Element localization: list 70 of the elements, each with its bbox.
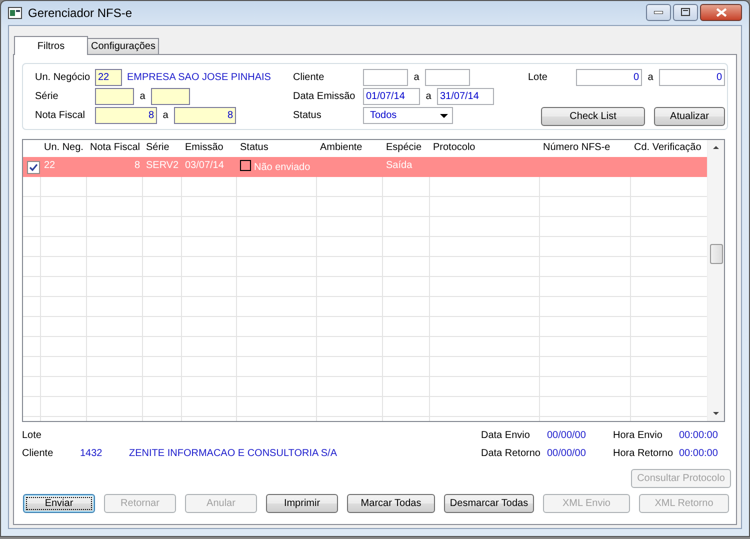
row-checkbox[interactable] [27,160,40,174]
business-unit-name: EMPRESA SAO JOSE PINHAIS [127,72,271,83]
input-field[interactable]: 22 [95,69,122,86]
window-title: Gerenciador NFS-e [28,6,132,20]
info-value: 00:00:00 [679,430,718,440]
column-header[interactable]: Série [143,140,182,157]
range-separator: a [646,72,654,83]
input-field[interactable] [95,88,134,105]
range-separator: a [162,110,170,121]
table-cell: 8 [134,160,140,171]
column-header[interactable]: Espécie [383,140,430,157]
input-field[interactable] [151,88,190,105]
column-header[interactable]: Protocolo [430,140,540,157]
info-label: Hora Envio [613,430,664,440]
status-dropdown[interactable]: Todos [363,107,453,124]
info-label: Data Envio [481,430,531,440]
input-field[interactable] [425,69,470,86]
action-button[interactable]: Imprimir [266,494,338,513]
field-label: Data Emissão [293,91,356,102]
scrollbar[interactable] [707,140,724,421]
client-name: ZENITE INFORMACAO E CONSULTORIA S/A [129,448,338,458]
info-label: Data Retorno [481,448,542,458]
table-cell: Saída [386,160,412,171]
table-cell: Não enviado [240,162,310,173]
maximize-icon[interactable] [673,4,698,20]
toolbar-button[interactable]: Atualizar [654,107,725,126]
range-separator: a [424,91,432,102]
column-header[interactable]: Cd. Verificação [631,140,707,157]
action-button[interactable]: Enviar [23,494,95,513]
info-value: 00:00:00 [679,448,718,458]
column-header[interactable]: Nota Fiscal [87,140,143,157]
info-value: 00/00/00 [547,448,587,458]
info-label: Hora Retorno [613,448,674,458]
tab[interactable]: Filtros [14,36,88,55]
column-header[interactable]: Ambiente [317,140,383,157]
input-field[interactable]: 01/07/14 [363,88,420,105]
column-header[interactable]: Status [237,140,317,157]
field-label: Nota Fiscal [35,110,86,121]
status-box-icon [240,160,251,171]
field-label: Un. Negócio [35,72,92,83]
table-cell: 22 [44,160,56,171]
close-icon[interactable] [700,4,742,20]
input-field[interactable] [363,69,408,86]
input-field[interactable]: 0 [576,69,642,86]
app-icon [8,7,22,19]
table-cell: SERV2 [146,160,179,171]
minimize-icon[interactable] [646,4,671,20]
column-header[interactable]: Un. Neg. [41,140,87,157]
toolbar-button[interactable]: Check List [541,107,645,126]
column-header[interactable]: Número NFS-e [540,140,631,157]
tab[interactable]: Configurações [87,38,160,54]
range-separator: a [412,72,420,83]
table-cell: 03/07/14 [185,160,224,171]
input-field[interactable]: 8 [95,107,157,124]
field-label: Série [35,91,60,102]
caret-icon [440,114,448,118]
field-label: Cliente [293,72,326,83]
field-label: Lote [528,72,548,83]
column-header[interactable]: Emissão [182,140,237,157]
client-code: 1432 [80,448,104,458]
range-separator: a [138,91,146,102]
field-label: Status [293,110,322,121]
info-label: Cliente [22,448,54,458]
input-field[interactable]: 0 [659,69,725,86]
input-field[interactable]: 31/07/14 [437,88,494,105]
action-button[interactable]: Desmarcar Todas [444,494,534,513]
info-value: 00/00/00 [547,430,587,440]
input-field[interactable]: 8 [174,107,236,124]
action-button[interactable]: Marcar Todas [347,494,435,513]
info-label: Lote [22,430,42,440]
